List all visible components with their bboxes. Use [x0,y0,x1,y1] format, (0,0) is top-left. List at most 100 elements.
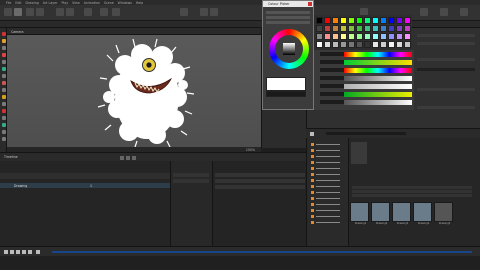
swatch[interactable] [364,17,371,24]
tree-item[interactable] [311,149,345,152]
library-preview[interactable] [351,142,367,164]
tree-item[interactable] [311,209,345,212]
swatch[interactable] [348,33,355,40]
xsheet-row[interactable] [215,179,305,183]
swatch[interactable] [404,17,411,24]
loop-icon[interactable] [36,250,40,254]
search-field[interactable] [326,132,406,135]
swatch[interactable] [380,41,387,48]
menu-file[interactable]: File [6,1,11,5]
undo-icon[interactable] [200,8,208,16]
paint-tool-icon[interactable] [56,8,64,16]
eraser-tool-icon[interactable] [36,8,44,16]
swatch[interactable] [332,17,339,24]
zoom-icon[interactable] [1,130,6,134]
select-icon[interactable] [1,32,6,36]
swatch[interactable] [356,25,363,32]
swatch[interactable] [348,25,355,32]
swatch[interactable] [388,33,395,40]
frame-cell[interactable] [173,179,209,183]
value-slider[interactable] [344,76,412,81]
tree-item[interactable] [311,161,345,164]
add-layer-icon[interactable] [120,156,124,160]
play-icon[interactable] [16,250,20,254]
panel-row[interactable] [417,68,475,71]
xsheet-row[interactable] [215,173,305,177]
slider-value[interactable] [320,76,344,80]
library-thumbnail[interactable]: Drawing5 [434,202,453,225]
prev-frame-icon[interactable] [10,250,14,254]
menu-help[interactable]: Help [136,1,143,5]
slider-value[interactable] [320,92,344,96]
cutter-icon[interactable] [1,109,6,113]
alpha-slider[interactable] [344,100,412,105]
preferences-icon[interactable] [440,8,448,16]
hand-icon[interactable] [1,137,6,141]
swatch[interactable] [340,41,347,48]
brush-tool-icon[interactable] [14,8,22,16]
slider-value[interactable] [320,68,344,72]
paint-bucket-icon[interactable] [1,67,6,71]
swatch[interactable] [364,41,371,48]
camera-view-tab[interactable]: Camera [7,28,261,35]
rectangle-icon[interactable] [1,81,6,85]
swatch[interactable] [316,41,323,48]
text-tool-icon[interactable] [84,8,92,16]
menu-drawing[interactable]: Drawing [26,1,39,5]
colour-wheel[interactable] [269,29,309,69]
swatch[interactable] [340,25,347,32]
close-icon[interactable] [308,2,312,6]
layer-options-icon[interactable] [132,156,136,160]
layer-row-drawing[interactable]: Drawing 1 [0,183,170,188]
library-row[interactable] [352,186,472,189]
tree-item[interactable] [311,143,345,146]
swatch[interactable] [404,25,411,32]
contour-icon[interactable] [1,116,6,120]
slider-value[interactable] [320,84,344,88]
red-slider[interactable] [344,68,412,73]
onion-skin-icon[interactable] [180,8,188,16]
camera-tool-icon[interactable] [112,8,120,16]
tree-item[interactable] [311,179,345,182]
swatch[interactable] [332,41,339,48]
tree-item[interactable] [311,173,345,176]
swatch[interactable] [324,33,331,40]
tree-item[interactable] [311,167,345,170]
picker-row[interactable] [266,21,310,24]
swatch[interactable] [316,17,323,24]
delete-layer-icon[interactable] [126,156,130,160]
timeline-graph[interactable] [170,161,212,246]
menu-view[interactable]: View [72,1,80,5]
swatch[interactable] [356,17,363,24]
library-thumbnail[interactable]: Drawing2 [371,202,390,225]
text-icon[interactable] [1,95,6,99]
swatch[interactable] [396,33,403,40]
menu-icon[interactable] [310,132,314,136]
layout-icon[interactable] [420,8,428,16]
brush-icon[interactable] [1,39,6,43]
stroke-icon[interactable] [1,60,6,64]
swatch[interactable] [340,17,347,24]
slider-value[interactable] [320,52,344,56]
library-row[interactable] [352,190,472,193]
redo-icon[interactable] [210,8,218,16]
swatch[interactable] [388,17,395,24]
tree-item[interactable] [311,197,345,200]
swatch[interactable] [340,33,347,40]
transform-icon[interactable] [1,123,6,127]
xsheet-row[interactable] [215,185,305,189]
tree-item[interactable] [311,221,345,224]
swatch[interactable] [332,25,339,32]
menu-art-layer[interactable]: Art Layer [43,1,58,5]
library-thumbnail[interactable]: Drawing1 [350,202,369,225]
first-frame-icon[interactable] [4,250,8,254]
swatch[interactable] [380,17,387,24]
swatch[interactable] [380,25,387,32]
swatch[interactable] [356,41,363,48]
menu-edit[interactable]: Edit [15,1,21,5]
library-thumbnail[interactable]: Drawing3 [392,202,411,225]
library-row[interactable] [352,194,472,197]
transform-tool-icon[interactable] [100,8,108,16]
swatch[interactable] [316,25,323,32]
pencil-icon[interactable] [1,46,6,50]
